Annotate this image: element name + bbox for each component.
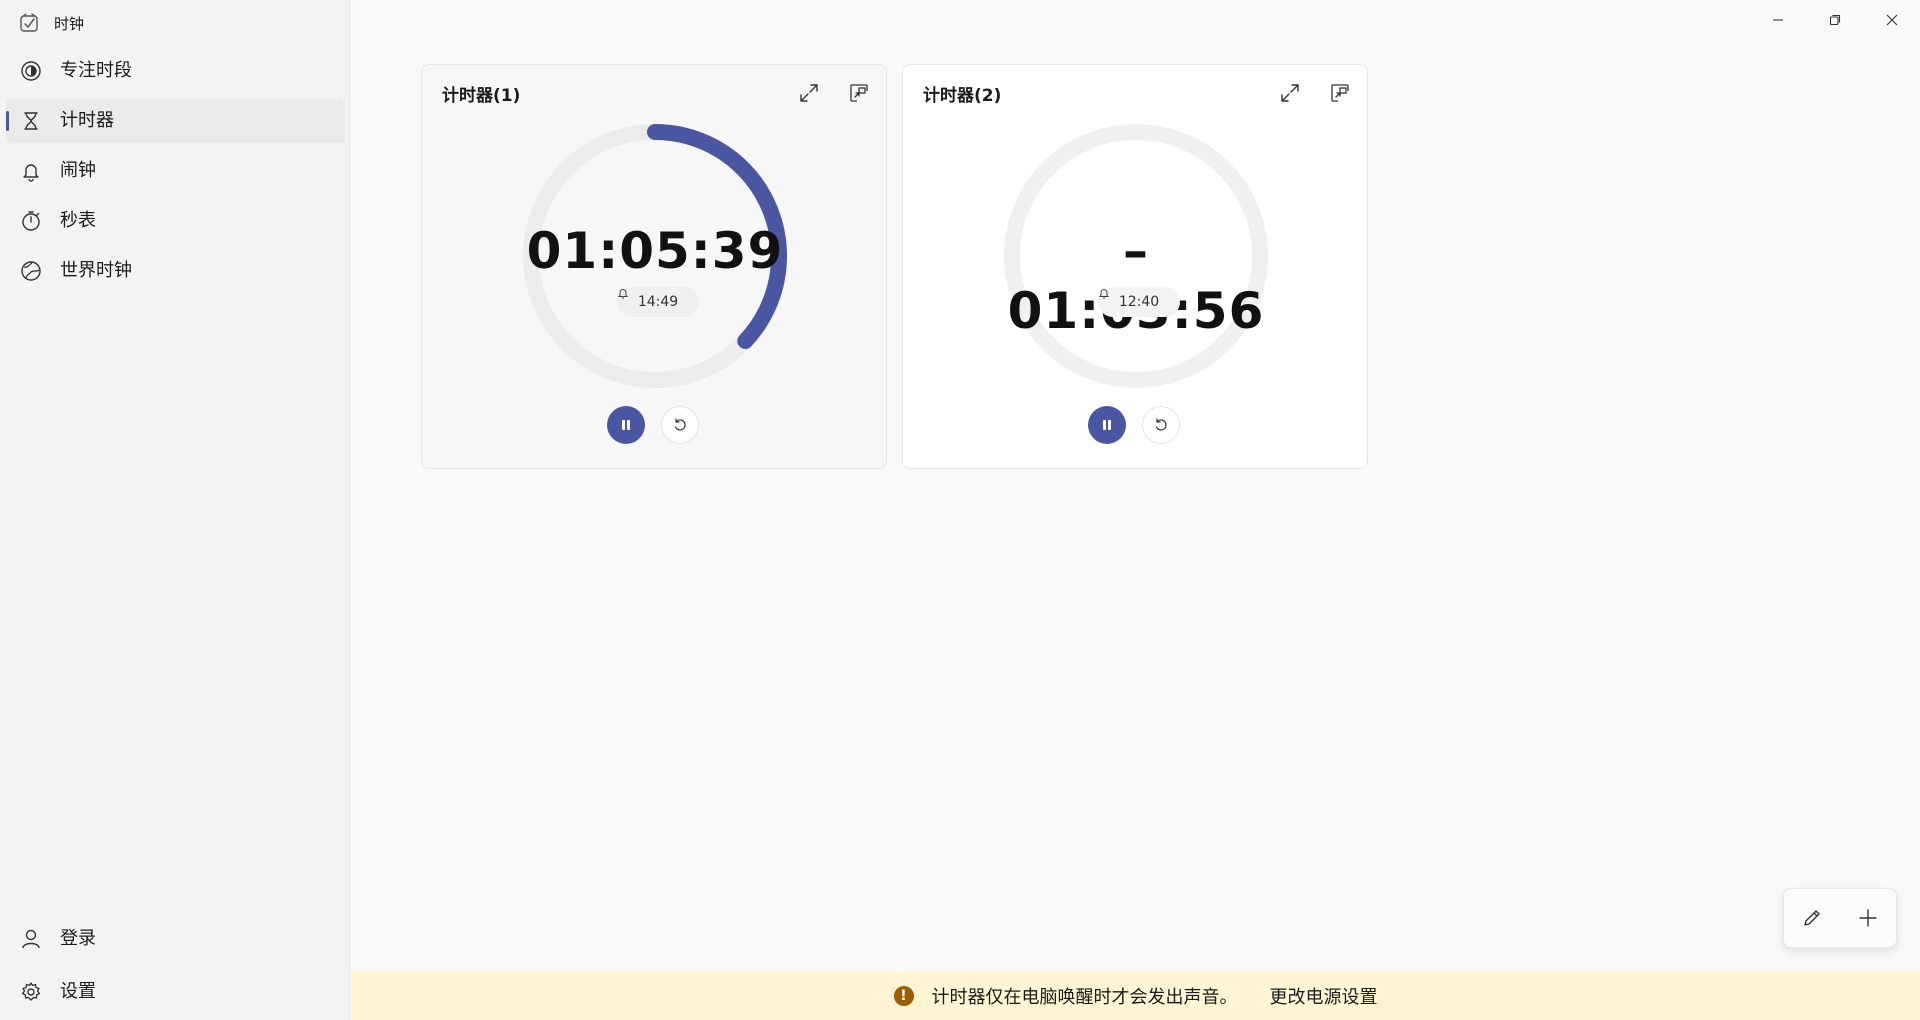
minimize-icon [1772,19,1783,21]
plus-icon [1859,909,1877,927]
clock-app-icon [18,12,40,34]
pause-button[interactable] [1088,406,1126,444]
timer-controls [607,406,699,444]
close-button[interactable] [1863,0,1920,40]
timer-card[interactable]: 计时器(1) 01:05:39 14:49 [421,64,887,469]
keep-on-top-icon [1331,84,1349,102]
change-power-settings-link[interactable]: 更改电源设置 [1270,983,1378,1009]
selection-indicator [6,111,9,131]
globe-icon [19,259,43,283]
reset-icon [674,418,686,431]
window-controls [1749,0,1920,40]
keep-on-top-button[interactable] [842,77,876,109]
timer-time-display: –01:03:56 [1007,222,1265,340]
timer-controls [1088,406,1180,444]
sidebar-item-world-clock[interactable]: 世界时钟 [6,249,345,293]
sidebar-item-stopwatch[interactable]: 秒表 [6,199,345,243]
bell-icon [19,159,43,183]
pause-icon [1103,420,1111,430]
sidebar-item-label: 登录 [60,928,96,949]
reset-button[interactable] [1142,406,1180,444]
restore-icon [1829,14,1840,26]
sidebar-item-label: 秒表 [60,210,96,231]
stopwatch-icon [19,209,43,233]
pencil-icon [1804,910,1820,926]
sidebar-item-focus[interactable]: 专注时段 [6,49,345,93]
sidebar-item-label: 闹钟 [60,160,96,181]
gear-icon [19,980,43,1004]
sidebar-item-label: 专注时段 [60,60,132,81]
app-title: 时钟 [54,14,85,33]
pause-icon [622,420,630,430]
sidebar-item-alarm[interactable]: 闹钟 [6,149,345,193]
close-icon [1886,14,1897,26]
info-message: 计时器仅在电脑唤醒时才会发出声音。 [931,987,1238,1008]
keep-on-top-icon [850,84,868,102]
sidebar-item-timer[interactable]: 计时器 [6,99,345,143]
sidebar-item-label: 设置 [60,981,96,1002]
focus-icon [19,59,43,83]
restore-button[interactable] [1806,0,1863,40]
sidebar-item-label: 世界时钟 [60,260,132,281]
expand-icon [800,84,818,102]
timer-progress-ring: 01:05:39 14:49 [522,123,788,389]
alarm-time-chip: 12:40 [1098,287,1180,317]
timer-name: 计时器(2) [923,86,1002,106]
hourglass-icon [19,109,43,133]
person-icon [19,927,43,951]
alarm-time: 14:49 [637,294,679,310]
minimize-button[interactable] [1749,0,1806,40]
sidebar-item-label: 计时器 [60,110,114,131]
power-info-bar: ! 计时器仅在电脑唤醒时才会发出声音。 更改电源设置 [351,972,1920,1020]
reset-icon [1155,418,1167,431]
bell-icon [1098,289,1110,299]
edit-timers-button[interactable] [1792,898,1832,938]
timer-name: 计时器(1) [442,86,521,106]
timer-progress-ring: –01:03:56 12:40 [1003,123,1269,389]
expand-button[interactable] [1273,77,1307,109]
pause-button[interactable] [607,406,645,444]
add-timer-button[interactable] [1848,898,1888,938]
alarm-time-chip: 14:49 [617,287,699,317]
timer-time-display: 01:05:39 [526,222,784,280]
app-titlebar: 时钟 [18,10,84,36]
alarm-time: 12:40 [1118,294,1160,310]
reset-button[interactable] [661,406,699,444]
timer-card[interactable]: 计时器(2) –01:03:56 12:40 [902,64,1368,469]
sidebar-item-sign-in[interactable]: 登录 [6,917,345,961]
expand-button[interactable] [792,77,826,109]
keep-on-top-button[interactable] [1323,77,1357,109]
sidebar-item-settings[interactable]: 设置 [6,970,345,1014]
clock-app-window: 时钟 专注时段 计时器 闹钟 秒表 世界时钟 登录 设置 计时器(1) 01:0… [0,0,1920,1020]
expand-icon [1281,84,1299,102]
sidebar: 时钟 专注时段 计时器 闹钟 秒表 世界时钟 登录 设置 [0,0,350,1020]
bell-icon [617,289,629,299]
warning-icon: ! [893,986,914,1006]
timer-action-bar [1783,888,1897,948]
